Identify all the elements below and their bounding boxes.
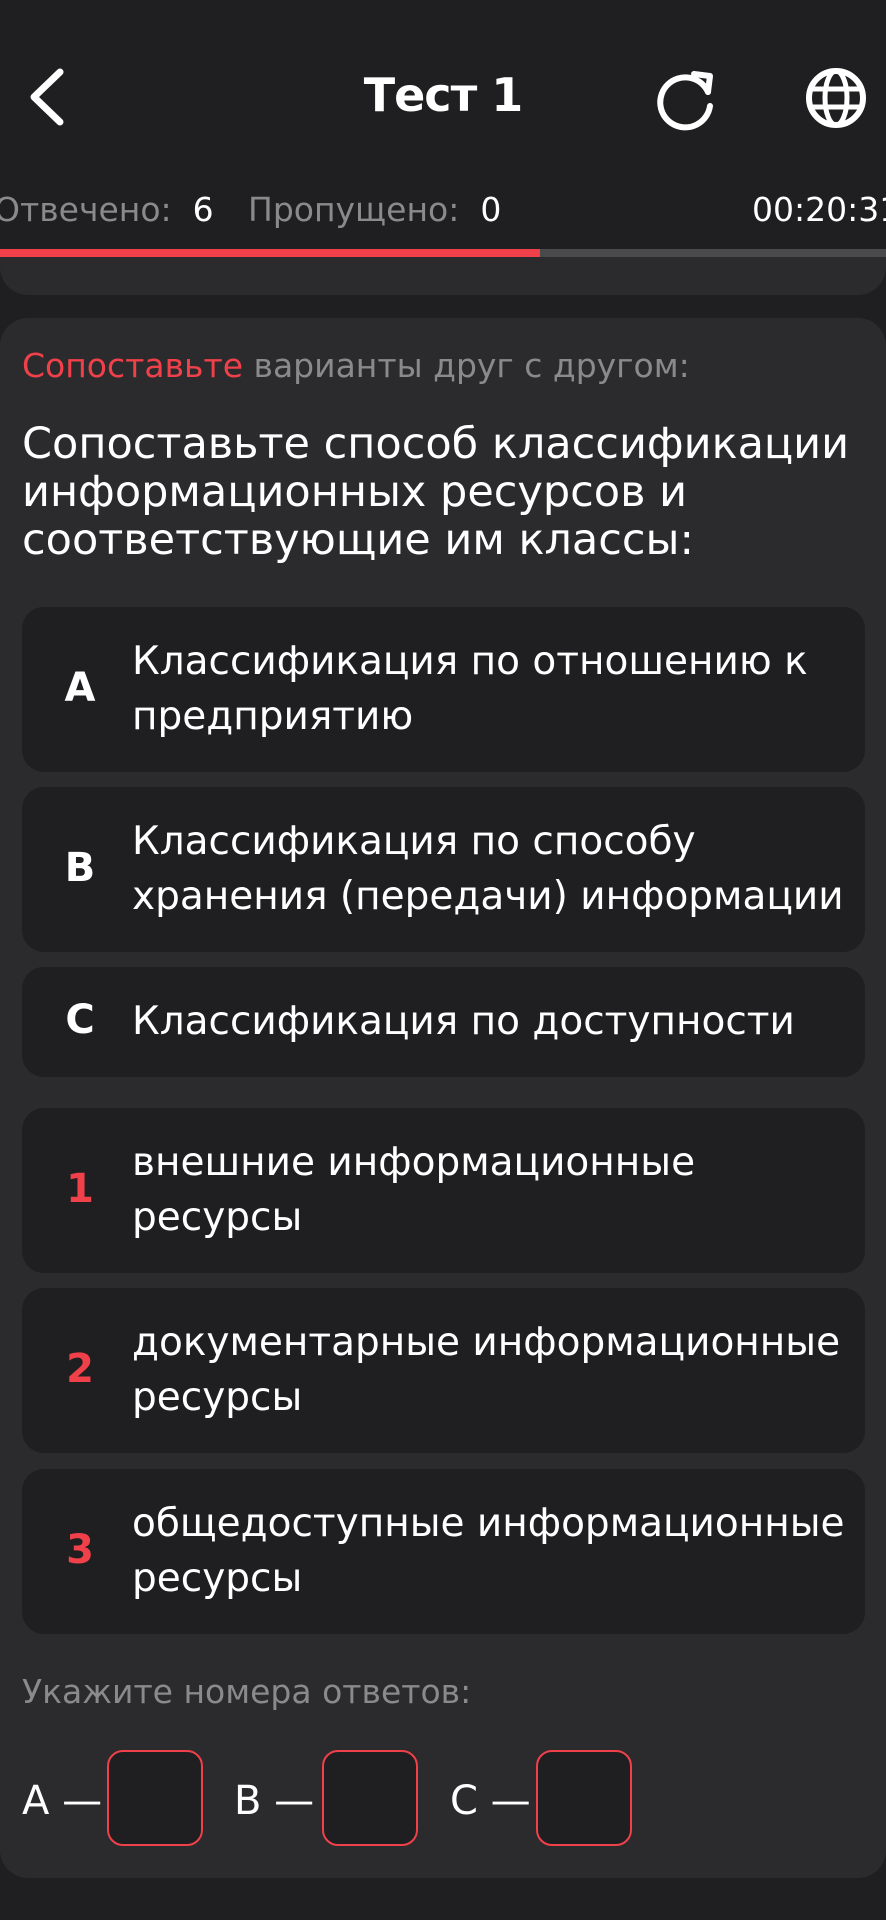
option-text: Классификация по отношению к предприятию [132, 639, 808, 739]
answer-option-1: 1 внешние информационные ресурсы [22, 1108, 865, 1273]
stats-bar: Отвечено: 6 Пропущено: 0 00:20:31 [0, 190, 886, 230]
answer-input-b[interactable] [322, 1750, 418, 1846]
progress-bar [0, 249, 886, 257]
answer-key: 2 [66, 1346, 94, 1392]
answer-text: внешние информационные ресурсы [132, 1140, 696, 1240]
answer-label-c: C — [450, 1778, 531, 1824]
skipped-count: 0 [480, 190, 502, 229]
answer-text: документарные информационные ресурсы [132, 1320, 841, 1420]
question-text: Сопоставьте способ классификации информа… [22, 419, 850, 565]
answer-key: 1 [66, 1166, 94, 1212]
previous-card-edge [0, 257, 886, 295]
skipped-stat: Пропущено: 0 [248, 190, 501, 229]
option-a: A Классификация по отношению к предприят… [22, 607, 865, 772]
option-text: Классификация по доступности [132, 999, 795, 1044]
answer-option-3: 3 общедоступные информационные ресурсы [22, 1469, 865, 1634]
option-key: A [64, 665, 96, 711]
answered-label: Отвечено: [0, 190, 172, 229]
answer-input-a[interactable] [107, 1750, 203, 1846]
instruction-accent: Сопоставьте [22, 346, 244, 385]
skipped-label: Пропущено: [248, 190, 460, 229]
option-b: B Классификация по способу хранения (пер… [22, 787, 865, 952]
option-key: C [65, 997, 95, 1043]
page-title: Тест 1 [363, 68, 524, 122]
option-key: B [64, 845, 96, 891]
timer: 00:20:31 [752, 190, 886, 229]
answer-hint: Укажите номера ответов: [22, 1672, 472, 1711]
answer-label-b: B — [234, 1778, 315, 1824]
option-c: C Классификация по доступности [22, 967, 865, 1077]
reload-icon[interactable] [650, 64, 722, 136]
answer-text: общедоступные информационные ресурсы [132, 1501, 845, 1601]
instruction-text: варианты друг с другом: [243, 346, 690, 385]
answer-option-2: 2 документарные информационные ресурсы [22, 1288, 865, 1453]
progress-fill [0, 249, 541, 257]
answer-input-c[interactable] [536, 1750, 632, 1846]
answer-key: 3 [66, 1527, 94, 1573]
answer-label-a: A — [22, 1778, 103, 1824]
answered-count: 6 [192, 190, 214, 229]
answered-stat: Отвечено: 6 [0, 190, 214, 229]
option-text: Классификация по способу хранения (перед… [132, 819, 844, 919]
question-instruction: Сопоставьте варианты друг с другом: [22, 346, 690, 385]
globe-icon[interactable] [800, 62, 872, 134]
top-bar: Тест 1 [0, 0, 886, 190]
